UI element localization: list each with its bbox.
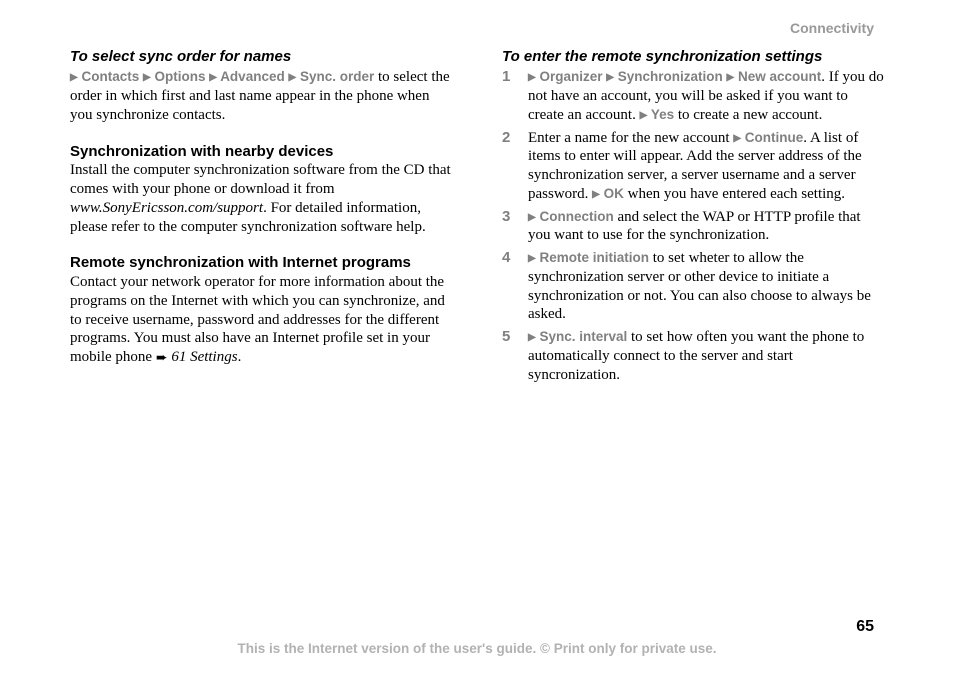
triangle-icon: ▶ xyxy=(209,72,217,83)
body-text: Enter a name for the new account xyxy=(528,130,733,146)
page-number: 65 xyxy=(856,617,874,637)
triangle-icon: ▶ xyxy=(640,110,648,121)
body-text: when you have entered each setting. xyxy=(624,186,845,202)
step-body: ▶ Organizer ▶ Synchronization ▶ New acco… xyxy=(528,68,884,124)
triangle-icon: ▶ xyxy=(288,72,296,83)
triangle-icon: ▶ xyxy=(70,72,78,83)
step-item: 5 ▶ Sync. interval to set how often you … xyxy=(502,328,884,384)
nav-item: Sync. interval xyxy=(539,329,627,344)
body-text: Install the computer synchronization sof… xyxy=(70,162,451,197)
step-number: 3 xyxy=(502,208,528,246)
body-text: Contact your network operator for more i… xyxy=(70,274,445,365)
nav-item: Connection xyxy=(539,209,613,224)
paragraph: ▶ Contacts ▶ Options ▶ Advanced ▶ Sync. … xyxy=(70,68,452,124)
content-columns: To select sync order for names ▶ Contact… xyxy=(70,48,884,389)
nav-item: Options xyxy=(154,69,205,84)
nav-item: Organizer xyxy=(539,69,602,84)
step-body: ▶ Connection and select the WAP or HTTP … xyxy=(528,208,884,246)
step-number: 1 xyxy=(502,68,528,124)
url-text: www.SonyEricsson.com/support xyxy=(70,200,263,216)
heading-sync-order: To select sync order for names xyxy=(70,48,452,67)
paragraph: Install the computer synchronization sof… xyxy=(70,161,452,236)
triangle-icon: ▶ xyxy=(592,189,600,200)
step-number: 4 xyxy=(502,249,528,324)
nav-path: ▶ Continue xyxy=(733,130,803,145)
nav-item: Remote initiation xyxy=(539,250,649,265)
nav-path: ▶ Connection xyxy=(528,209,614,224)
nav-path: ▶ Yes xyxy=(640,107,675,122)
triangle-icon: ▶ xyxy=(528,212,536,223)
steps-list: 1 ▶ Organizer ▶ Synchronization ▶ New ac… xyxy=(502,68,884,384)
nav-path: ▶ Remote initiation xyxy=(528,250,649,265)
triangle-icon: ▶ xyxy=(528,253,536,264)
xref-text: 61 Settings xyxy=(171,349,237,365)
nav-path: ▶ Organizer ▶ Synchronization ▶ New acco… xyxy=(528,69,821,84)
footer: This is the Internet version of the user… xyxy=(0,640,954,659)
step-item: 1 ▶ Organizer ▶ Synchronization ▶ New ac… xyxy=(502,68,884,124)
nav-path: ▶ Contacts ▶ Options ▶ Advanced ▶ Sync. … xyxy=(70,69,378,84)
body-text: to create a new account. xyxy=(674,107,822,123)
step-body: ▶ Remote initiation to set wheter to all… xyxy=(528,249,884,324)
step-number: 2 xyxy=(502,129,528,204)
triangle-icon: ▶ xyxy=(143,72,151,83)
step-body: Enter a name for the new account ▶ Conti… xyxy=(528,129,884,204)
heading-remote-sync: Remote synchronization with Internet pro… xyxy=(70,254,452,273)
heading-nearby-devices: Synchronization with nearby devices xyxy=(70,143,452,162)
triangle-icon: ▶ xyxy=(528,332,536,343)
page: Connectivity To select sync order for na… xyxy=(0,0,954,677)
heading-enter-remote-settings: To enter the remote synchronization sett… xyxy=(502,48,884,67)
xref-arrow-icon: ➨ xyxy=(156,350,168,368)
nav-item: OK xyxy=(604,186,624,201)
paragraph: Contact your network operator for more i… xyxy=(70,273,452,368)
triangle-icon: ▶ xyxy=(528,72,536,83)
nav-item: New account xyxy=(738,69,821,84)
nav-item: Yes xyxy=(651,107,674,122)
nav-path: ▶ Sync. interval xyxy=(528,329,627,344)
nav-item: Continue xyxy=(745,130,804,145)
triangle-icon: ▶ xyxy=(727,72,735,83)
right-column: To enter the remote synchronization sett… xyxy=(502,48,884,389)
triangle-icon: ▶ xyxy=(606,72,614,83)
left-column: To select sync order for names ▶ Contact… xyxy=(70,48,452,389)
nav-item: Sync. order xyxy=(300,69,374,84)
nav-item: Advanced xyxy=(220,69,285,84)
nav-path: ▶ OK xyxy=(592,186,624,201)
step-body: ▶ Sync. interval to set how often you wa… xyxy=(528,328,884,384)
step-number: 5 xyxy=(502,328,528,384)
step-item: 2 Enter a name for the new account ▶ Con… xyxy=(502,129,884,204)
body-text: . xyxy=(238,349,242,365)
footer-text: This is the Internet version of the user… xyxy=(238,641,717,656)
triangle-icon: ▶ xyxy=(733,133,741,144)
section-header: Connectivity xyxy=(70,20,884,38)
nav-item: Contacts xyxy=(81,69,139,84)
nav-item: Synchronization xyxy=(618,69,723,84)
step-item: 4 ▶ Remote initiation to set wheter to a… xyxy=(502,249,884,324)
step-item: 3 ▶ Connection and select the WAP or HTT… xyxy=(502,208,884,246)
